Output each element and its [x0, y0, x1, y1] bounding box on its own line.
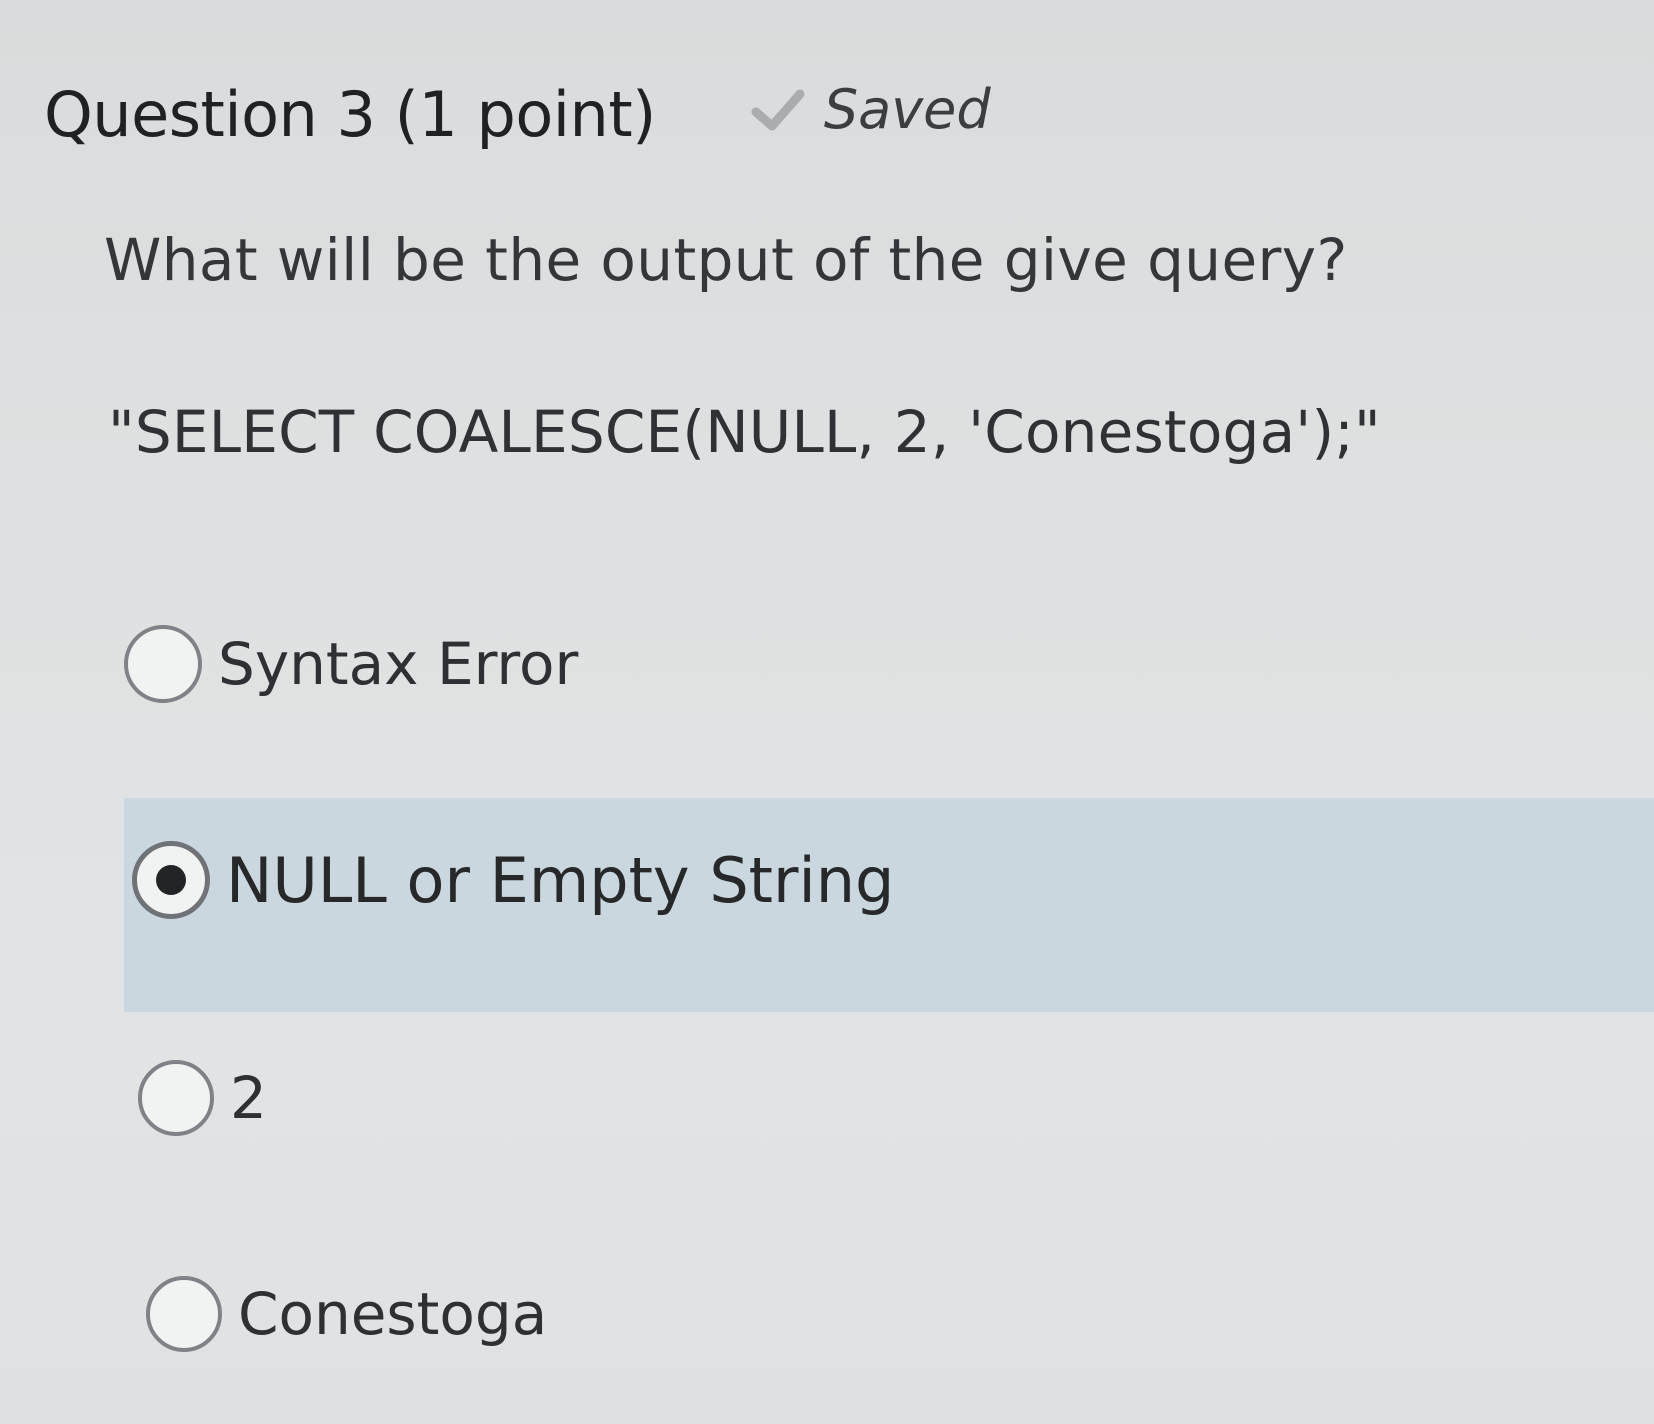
radio-selected-dot [156, 865, 186, 895]
radio-button[interactable] [138, 1060, 214, 1136]
answer-option-syntax-error[interactable]: Syntax Error [124, 625, 578, 703]
checkmark-icon [751, 89, 805, 130]
query-text: "SELECT COALESCE(NULL, 2, 'Conestoga');" [108, 398, 1381, 466]
question-title: Question 3 (1 point) [44, 78, 656, 151]
answer-option-label: Conestoga [238, 1280, 548, 1348]
question-prompt: What will be the output of the give quer… [104, 226, 1348, 294]
answer-option-2[interactable]: 2 [138, 1060, 267, 1136]
answer-option-label: NULL or Empty String [226, 843, 895, 917]
saved-label: Saved [823, 78, 991, 141]
answer-option-conestoga[interactable]: Conestoga [146, 1276, 547, 1352]
radio-button[interactable] [124, 625, 202, 703]
answer-option-label: 2 [230, 1064, 267, 1132]
question-header: Question 3 (1 point) Saved [44, 78, 991, 151]
radio-button-selected[interactable] [132, 841, 210, 919]
answer-option-label: Syntax Error [218, 630, 579, 698]
radio-button[interactable] [146, 1276, 222, 1352]
saved-status: Saved [750, 78, 991, 141]
answer-option-null-or-empty-string[interactable]: NULL or Empty String [132, 841, 894, 919]
